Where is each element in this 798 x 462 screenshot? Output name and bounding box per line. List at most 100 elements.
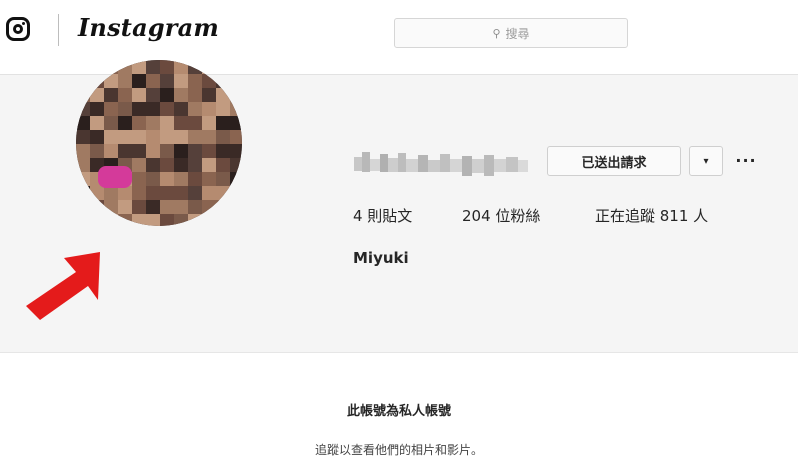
avatar-pixel bbox=[146, 214, 160, 226]
avatar-pixel bbox=[216, 214, 230, 226]
avatar-pixel bbox=[216, 130, 230, 144]
avatar-pixel bbox=[188, 172, 202, 186]
avatar-pixel bbox=[132, 214, 146, 226]
avatar-pixel bbox=[76, 186, 90, 200]
avatar-pixel bbox=[216, 102, 230, 116]
avatar-pixel bbox=[160, 186, 174, 200]
avatar-pixel bbox=[104, 116, 118, 130]
avatar-pixel bbox=[132, 144, 146, 158]
avatar-pixel bbox=[146, 130, 160, 144]
avatar-pixel bbox=[118, 130, 132, 144]
avatar-pixel bbox=[90, 200, 104, 214]
following-count[interactable]: 正在追蹤 811 人 bbox=[595, 205, 708, 226]
avatar-pixel bbox=[202, 186, 216, 200]
avatar-pixel bbox=[132, 60, 146, 74]
avatar-pixel bbox=[146, 172, 160, 186]
avatar-pixel bbox=[174, 214, 188, 226]
avatar-pixel bbox=[188, 130, 202, 144]
avatar-pixel bbox=[90, 88, 104, 102]
avatar-pixel bbox=[202, 60, 216, 74]
avatar-pixel bbox=[174, 116, 188, 130]
avatar-pixel bbox=[202, 130, 216, 144]
avatar-pixel bbox=[160, 74, 174, 88]
avatar-pixel bbox=[202, 214, 216, 226]
avatar-pixel bbox=[230, 186, 242, 200]
avatar-pixel bbox=[104, 74, 118, 88]
avatar-pixel bbox=[90, 102, 104, 116]
avatar-pink-accent bbox=[98, 166, 132, 188]
avatar-pixel bbox=[188, 88, 202, 102]
avatar-pixel bbox=[90, 74, 104, 88]
avatar-pixel bbox=[188, 200, 202, 214]
search-icon: ⚲ bbox=[492, 26, 501, 40]
private-account-title: 此帳號為私人帳號 bbox=[346, 404, 451, 419]
avatar-pixel bbox=[118, 74, 132, 88]
red-arrow-icon bbox=[26, 252, 100, 320]
avatar-pixel bbox=[202, 172, 216, 186]
avatar-pixel bbox=[174, 102, 188, 116]
avatar-pixel bbox=[104, 88, 118, 102]
avatar-pixel bbox=[132, 102, 146, 116]
avatar-pixel bbox=[202, 74, 216, 88]
more-icon: ··· bbox=[735, 150, 757, 170]
avatar-pixel bbox=[90, 144, 104, 158]
avatar-pixel bbox=[90, 130, 104, 144]
avatar-pixel bbox=[174, 88, 188, 102]
avatar-pixel bbox=[174, 200, 188, 214]
avatar-pixel bbox=[90, 186, 104, 200]
avatar-pixel bbox=[174, 60, 188, 74]
avatar-pixel bbox=[160, 158, 174, 172]
avatar-pixel bbox=[230, 214, 242, 226]
avatar-pixel bbox=[76, 214, 90, 226]
avatar-pixel bbox=[160, 200, 174, 214]
search-input[interactable]: ⚲ 搜尋 bbox=[394, 18, 628, 48]
avatar-pixel bbox=[132, 200, 146, 214]
avatar-pixel bbox=[104, 130, 118, 144]
avatar-pixel bbox=[230, 130, 242, 144]
avatar-pixel bbox=[202, 88, 216, 102]
avatar-pixel bbox=[160, 116, 174, 130]
avatar-pixel bbox=[132, 116, 146, 130]
avatar-pixel bbox=[90, 60, 104, 74]
follow-requested-button[interactable]: 已送出請求 bbox=[547, 146, 681, 176]
private-account-subtitle: 追蹤以查看他們的相片和影片。 bbox=[314, 443, 483, 457]
avatar-pixel bbox=[216, 200, 230, 214]
avatar[interactable] bbox=[76, 60, 242, 226]
camera-lens-icon bbox=[13, 24, 23, 34]
avatar-pixel bbox=[146, 158, 160, 172]
avatar-pixel bbox=[76, 144, 90, 158]
avatar-pixel bbox=[216, 186, 230, 200]
avatar-pixel bbox=[160, 144, 174, 158]
avatar-pixel bbox=[188, 102, 202, 116]
avatar-pixel bbox=[76, 74, 90, 88]
search-placeholder: 搜尋 bbox=[505, 26, 530, 41]
avatar-pixel bbox=[188, 116, 202, 130]
avatar-pixel bbox=[230, 144, 242, 158]
avatar-pixel bbox=[104, 144, 118, 158]
avatar-pixel bbox=[160, 88, 174, 102]
camera-flash-icon bbox=[22, 22, 25, 25]
avatar-pixel bbox=[202, 158, 216, 172]
avatar-pixel bbox=[146, 74, 160, 88]
avatar-pixel bbox=[118, 88, 132, 102]
avatar-pixel bbox=[188, 144, 202, 158]
avatar-pixel bbox=[118, 186, 132, 200]
avatar-pixel bbox=[174, 130, 188, 144]
avatar-pixel bbox=[216, 116, 230, 130]
instagram-logo-icon[interactable] bbox=[6, 17, 30, 41]
avatar-pixel bbox=[146, 116, 160, 130]
avatar-pixel bbox=[202, 116, 216, 130]
more-options-button[interactable]: ··· bbox=[733, 148, 759, 172]
avatar-pixel bbox=[132, 158, 146, 172]
instagram-wordmark[interactable]: Instagram bbox=[78, 13, 219, 42]
avatar-pixel bbox=[118, 116, 132, 130]
username-blurred bbox=[354, 152, 528, 176]
chevron-down-icon: ▾ bbox=[703, 155, 709, 167]
followers-count[interactable]: 204 位粉絲 bbox=[462, 205, 540, 226]
avatar-pixel bbox=[160, 60, 174, 74]
avatar-pixel bbox=[146, 60, 160, 74]
avatar-pixel bbox=[146, 102, 160, 116]
avatar-pixel bbox=[188, 74, 202, 88]
suggestions-dropdown-button[interactable]: ▾ bbox=[689, 146, 723, 176]
avatar-pixel bbox=[132, 186, 146, 200]
